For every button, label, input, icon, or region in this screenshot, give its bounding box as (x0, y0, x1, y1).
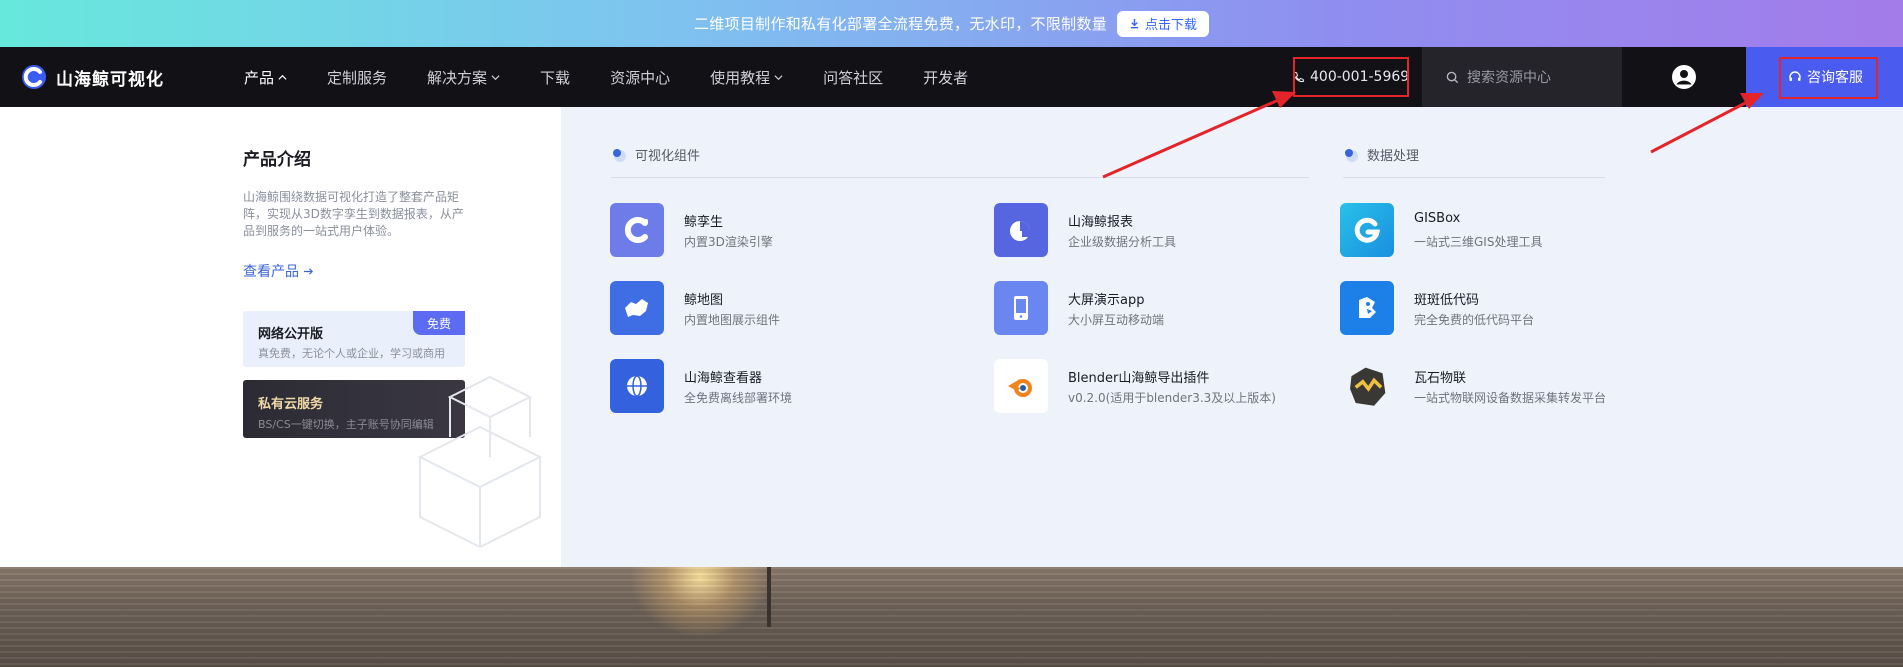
search-box[interactable]: 搜索资源中心 (1422, 47, 1622, 107)
nav-item-label: 资源中心 (610, 68, 671, 87)
chevron-down-icon (774, 74, 783, 80)
logo-text: 山海鲸可视化 (56, 69, 164, 90)
product-title: GISBox (1414, 211, 1461, 226)
nav-item-custom-service[interactable]: 定制服务 (327, 67, 387, 88)
product-title: 鲸孪生 (684, 215, 724, 230)
product-item-whale-map[interactable]: 鲸地图 内置地图展示组件 (610, 281, 910, 335)
globe-icon (610, 359, 664, 413)
product-subtitle: v0.2.0(适用于blender3.3及以上版本) (1068, 391, 1276, 405)
bubble-icon (613, 148, 626, 162)
product-item-bigscreen-app[interactable]: 大屏演示app 大小屏互动移动端 (994, 281, 1294, 335)
nav-item-label: 定制服务 (327, 68, 388, 87)
product-subtitle: 完全免费的低代码平台 (1414, 313, 1535, 327)
arrow-right-icon (303, 267, 314, 275)
intro-title: 产品介绍 (243, 150, 311, 170)
whale-logo-icon (22, 65, 46, 89)
gisbox-icon (1340, 203, 1394, 257)
product-list-panel: 可视化组件 数据处理 鲸孪生 内置3D渲染引擎 山海鲸报表 企业级数据分析工具 … (561, 107, 1903, 567)
section-header-data: 数据处理 (1343, 145, 1419, 164)
nav-item-label: 问答社区 (823, 68, 884, 87)
private-card-title: 私有云服务 (258, 397, 324, 412)
product-subtitle: 内置地图展示组件 (684, 313, 781, 327)
intro-description: 山海鲸围绕数据可视化打造了整套产品矩阵，实现从3D数字孪生到数据报表，从产品到服… (243, 190, 464, 238)
product-item-report[interactable]: 山海鲸报表 企业级数据分析工具 (994, 203, 1294, 257)
nav-item-developers[interactable]: 开发者 (923, 67, 968, 88)
product-title: 山海鲸查看器 (684, 371, 763, 386)
product-title: 瓦石物联 (1414, 371, 1467, 386)
view-products-link[interactable]: 查看产品 (243, 261, 314, 281)
top-promo-banner: 二维项目制作和私有化部署全流程免费，无水印，不限制数量 点击下载 (0, 0, 1903, 47)
product-title: 大屏演示app (1068, 293, 1145, 308)
product-subtitle: 大小屏互动移动端 (1068, 313, 1165, 327)
nav-item-products[interactable]: 产品 (244, 67, 287, 88)
product-intro-panel: 产品介绍 山海鲸围绕数据可视化打造了整套产品矩阵，实现从3D数字孪生到数据报表，… (0, 107, 561, 567)
search-icon (1446, 71, 1459, 83)
chevron-up-icon (278, 74, 287, 80)
nav-item-tutorials[interactable]: 使用教程 (710, 67, 783, 88)
isometric-decoration-icon (417, 375, 543, 549)
section-header-viz: 可视化组件 (611, 145, 700, 164)
hero-image-pole (767, 567, 771, 627)
banner-text: 二维项目制作和私有化部署全流程免费，无水印，不限制数量 (693, 15, 1108, 33)
annotation-box-phone (1293, 57, 1409, 97)
rock-iot-icon (1340, 359, 1394, 413)
chevron-down-icon (491, 74, 500, 80)
hero-image-texture (0, 567, 1903, 667)
product-item-viewer[interactable]: 山海鲸查看器 全免费离线部署环境 (610, 359, 910, 413)
nav-item-download[interactable]: 下载 (540, 67, 570, 88)
nav-item-label: 产品 (244, 68, 275, 87)
product-item-gisbox[interactable]: GISBox 一站式三维GIS处理工具 (1340, 203, 1640, 257)
product-item-lowcode[interactable]: 斑斑低代码 完全免费的低代码平台 (1340, 281, 1640, 335)
user-avatar-icon[interactable] (1671, 64, 1697, 90)
product-title: Blender山海鲸导出插件 (1068, 371, 1210, 386)
blender-icon (994, 359, 1048, 413)
nav-item-label: 开发者 (923, 68, 969, 87)
nav-menu: 产品 定制服务 解决方案 下载 资源中心 使用教程 问答社区 开发者 (244, 47, 1008, 107)
banner-download-label: 点击下载 (1145, 18, 1198, 33)
map-icon (610, 281, 664, 335)
product-subtitle: 一站式物联网设备数据采集转发平台 (1414, 391, 1607, 405)
product-title: 鲸地图 (684, 293, 724, 308)
report-chart-icon (994, 203, 1048, 257)
nav-item-resources[interactable]: 资源中心 (610, 67, 670, 88)
nav-item-label: 使用教程 (710, 68, 771, 87)
download-icon (1130, 18, 1139, 29)
nav-item-qa-community[interactable]: 问答社区 (823, 67, 883, 88)
product-item-whale-twin[interactable]: 鲸孪生 内置3D渲染引擎 (610, 203, 910, 257)
product-subtitle: 全免费离线部署环境 (684, 391, 793, 405)
banner-download-button[interactable]: 点击下载 (1117, 10, 1210, 37)
section-divider-viz (611, 177, 1309, 178)
nav-item-label: 下载 (540, 68, 571, 87)
nav-item-label: 解决方案 (427, 68, 488, 87)
product-title: 山海鲸报表 (1068, 215, 1134, 230)
product-subtitle: 一站式三维GIS处理工具 (1414, 235, 1543, 249)
public-card-title: 网络公开版 (258, 327, 324, 342)
product-item-blender-plugin[interactable]: Blender山海鲸导出插件 v0.2.0(适用于blender3.3及以上版本… (994, 359, 1294, 413)
product-item-washi-iot[interactable]: 瓦石物联 一站式物联网设备数据采集转发平台 (1340, 359, 1640, 413)
product-subtitle: 企业级数据分析工具 (1068, 235, 1177, 249)
logo[interactable]: 山海鲸可视化 (20, 47, 164, 107)
search-placeholder: 搜索资源中心 (1467, 70, 1551, 86)
mobile-icon (994, 281, 1048, 335)
whale-twin-icon (610, 203, 664, 257)
section-title-viz: 可视化组件 (635, 149, 701, 164)
product-subtitle: 内置3D渲染引擎 (684, 235, 773, 249)
section-divider-data (1343, 177, 1605, 178)
free-badge: 免费 (413, 311, 465, 335)
lowcode-icon (1340, 281, 1394, 335)
annotation-box-consult (1779, 57, 1878, 99)
section-title-data: 数据处理 (1367, 149, 1420, 164)
product-title: 斑斑低代码 (1414, 293, 1480, 308)
view-products-label: 查看产品 (243, 264, 299, 280)
nav-item-solutions[interactable]: 解决方案 (427, 67, 500, 88)
bubble-icon (1345, 148, 1358, 162)
main-nav: 山海鲸可视化 产品 定制服务 解决方案 下载 资源中心 使用教程 问答社区 开发… (0, 47, 1903, 107)
